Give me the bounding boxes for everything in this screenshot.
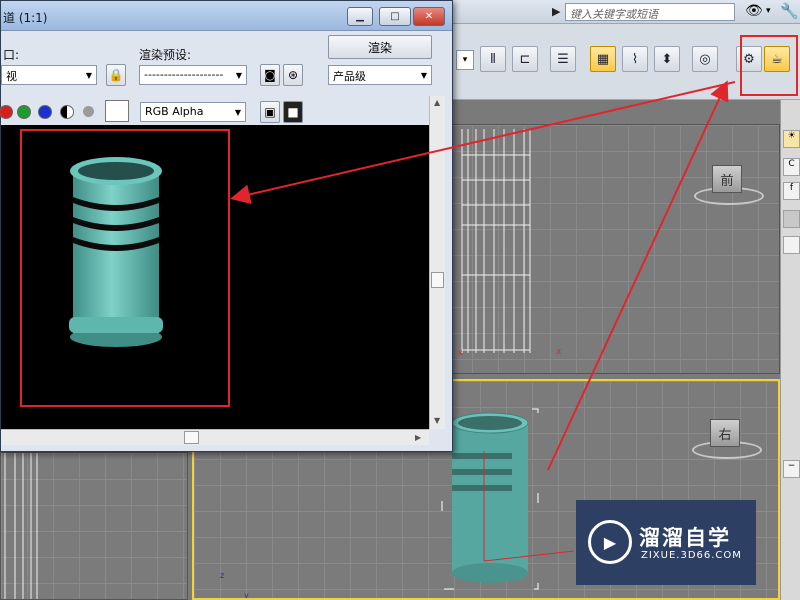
origin-mark: x: [556, 347, 562, 357]
binoculars-icon[interactable]: 👁: [745, 3, 763, 19]
pivot-x-mark: x: [458, 348, 463, 357]
watermark-name: 溜溜自学: [639, 526, 731, 550]
play-logo-icon: ▶: [588, 520, 632, 564]
preset-select[interactable]: -------------------- ▼: [139, 65, 247, 85]
panel-collapse-toggle[interactable]: −: [783, 460, 800, 478]
alpha-toggle-icon[interactable]: [60, 105, 74, 119]
wireframe-object: [4, 453, 38, 599]
left-viewport[interactable]: [0, 452, 188, 600]
align-icon[interactable]: ⊏: [512, 46, 538, 72]
vertical-scroll-thumb[interactable]: [431, 272, 444, 288]
quality-select[interactable]: 产品级 ▼: [328, 65, 432, 85]
panel-tab-display[interactable]: [783, 236, 800, 254]
chevron-down-icon: ▼: [420, 71, 427, 80]
front-viewport[interactable]: x x 前: [445, 124, 780, 374]
channel-display-select[interactable]: RGB Alpha ▼: [140, 102, 246, 122]
material-editor-icon[interactable]: ◎: [692, 46, 718, 72]
layer-manager-icon[interactable]: ☰: [550, 46, 576, 72]
channel-select-value: RGB Alpha: [145, 105, 204, 118]
lock-button[interactable]: 🔒: [106, 64, 126, 86]
preset-label: 渲染预设:: [139, 48, 192, 62]
scene-explorer-icon[interactable]: ▦: [590, 46, 616, 72]
quality-select-value: 产品级: [333, 70, 366, 83]
main-toolbar: ▾ ⫴ ⊏ ☰ ▦ ⌇ ⬍ ◎ ⚙ ☕: [440, 24, 800, 100]
dialog-title-bar[interactable]: 道 (1:1) ▁ □ ✕: [1, 1, 452, 31]
dialog-title: 道 (1:1): [3, 11, 48, 25]
render-highlight-frame: [20, 129, 230, 407]
render-frame-window: 道 (1:1) ▁ □ ✕ 口: 渲染预设: 渲染 视 ▼ 🔒 ---------…: [0, 0, 453, 452]
viewcube-front[interactable]: 前: [712, 165, 742, 193]
preset-load-button[interactable]: ◙: [260, 64, 280, 86]
viewport-select[interactable]: 视 ▼: [1, 65, 97, 85]
scroll-up-icon[interactable]: ▲: [434, 98, 440, 107]
viewport-select-value: 视: [6, 70, 17, 83]
blue-channel-toggle[interactable]: [38, 105, 52, 119]
display-alpha-button[interactable]: ▣: [260, 101, 280, 123]
play-arrow-icon[interactable]: ▶: [552, 5, 560, 18]
horizontal-scrollbar[interactable]: ▶: [1, 429, 429, 445]
key-icon[interactable]: 🔧: [780, 2, 799, 20]
red-channel-toggle[interactable]: [0, 105, 13, 119]
chevron-down-icon: ▼: [235, 71, 242, 80]
render-button[interactable]: 渲染: [328, 35, 432, 59]
command-panel: ☀ C f −: [780, 100, 800, 600]
horizontal-scroll-thumb[interactable]: [184, 431, 199, 444]
toolbar-dropdown-caret[interactable]: ▾: [456, 50, 474, 70]
curve-editor-icon[interactable]: ⌇: [622, 46, 648, 72]
search-input[interactable]: 键入关键字或短语: [565, 3, 735, 21]
close-button[interactable]: ✕: [413, 7, 445, 26]
screen: ▶ 键入关键字或短语 👁 ▾ 🔧 ▾ ⫴ ⊏ ☰ ▦ ⌇ ⬍ ◎ ⚙ ☕ x x…: [0, 0, 800, 600]
panel-tab-create[interactable]: ☀: [783, 130, 800, 148]
mirror-icon[interactable]: ⫴: [480, 46, 506, 72]
viewport-label: 口:: [3, 48, 20, 62]
clear-image-button[interactable]: ■: [283, 101, 303, 123]
chevron-down-icon: ▼: [85, 71, 92, 80]
render-button-highlight: [740, 35, 798, 96]
axis-z-label: z: [220, 571, 225, 580]
chevron-down-icon: ▼: [234, 108, 241, 117]
scroll-down-icon[interactable]: ▼: [434, 416, 440, 425]
panel-tab-hierarchy[interactable]: f: [783, 182, 800, 200]
vertical-scrollbar[interactable]: ▲ ▼: [429, 96, 445, 429]
watermark-url: ZIXUE.3D66.COM: [641, 550, 742, 561]
render-output-area: [1, 125, 429, 429]
panel-tab-modify[interactable]: C: [783, 158, 800, 176]
scroll-right-icon[interactable]: ▶: [415, 433, 421, 442]
chevron-down-icon[interactable]: ▾: [766, 6, 771, 16]
panel-tab-motion[interactable]: [783, 210, 800, 228]
minimize-button[interactable]: ▁: [347, 7, 373, 26]
green-channel-toggle[interactable]: [17, 105, 31, 119]
wireframe-object: x: [458, 129, 531, 357]
watermark: ▶ 溜溜自学 ZIXUE.3D66.COM: [576, 500, 756, 585]
maximize-button[interactable]: □: [379, 7, 411, 26]
app-top-bar: ▶ 键入关键字或短语 👁 ▾ 🔧: [440, 0, 800, 24]
axis-y-label: y: [244, 591, 249, 600]
viewcube-right[interactable]: 右: [710, 419, 740, 447]
preset-select-value: --------------------: [144, 68, 224, 81]
color-swatch[interactable]: [105, 100, 129, 122]
mono-toggle-icon[interactable]: [83, 106, 94, 117]
preset-save-button[interactable]: ⊛: [283, 64, 303, 86]
schematic-view-icon[interactable]: ⬍: [654, 46, 680, 72]
